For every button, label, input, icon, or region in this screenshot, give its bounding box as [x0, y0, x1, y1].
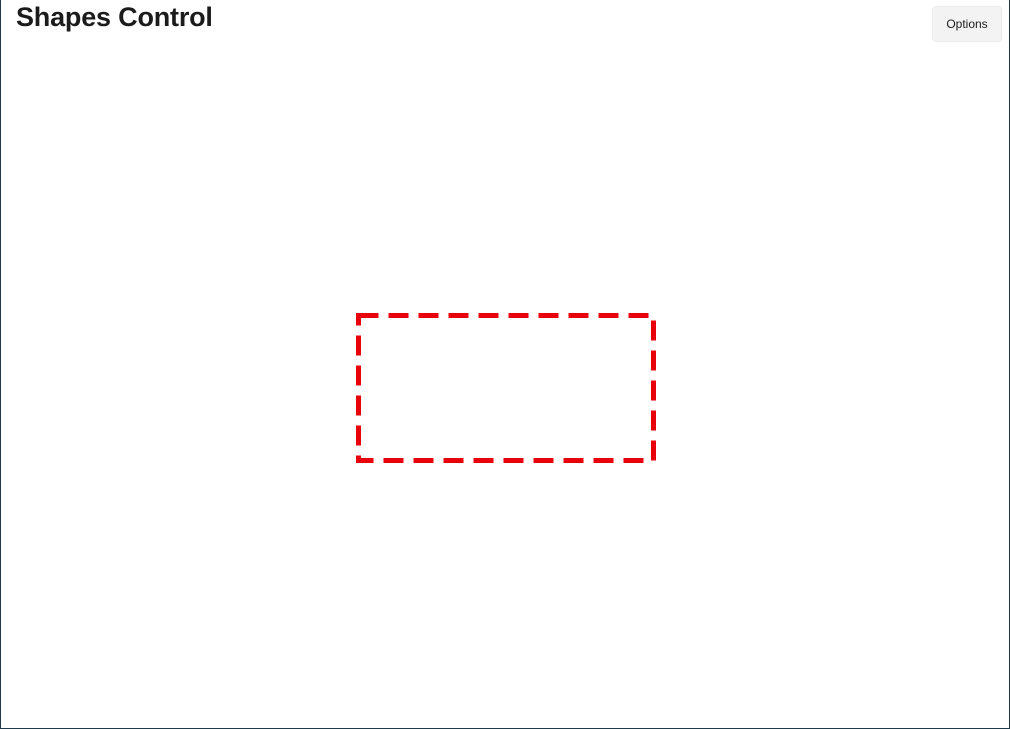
- options-button[interactable]: Options: [932, 6, 1002, 42]
- page-title: Shapes Control: [16, 2, 213, 32]
- shapes-canvas: [2, 48, 1009, 728]
- app-window: Shapes Control Options: [0, 0, 1010, 729]
